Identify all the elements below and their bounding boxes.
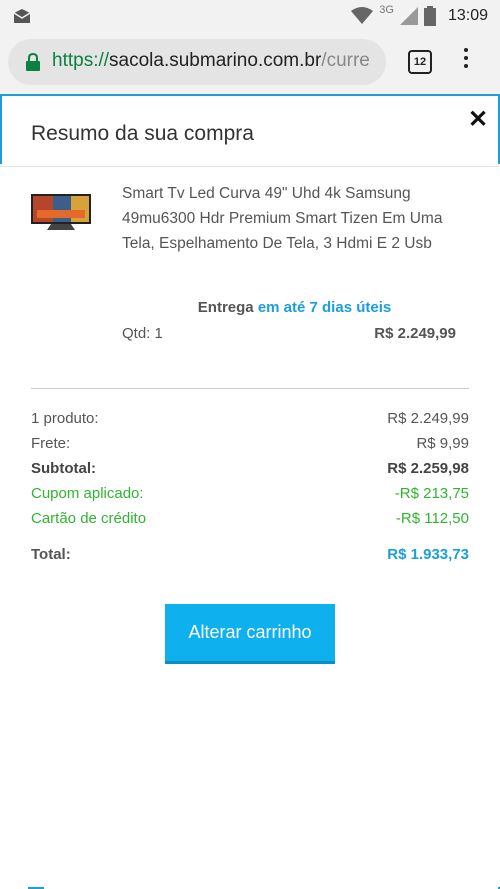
product-price: R$ 2.249,99 xyxy=(374,325,456,342)
delivery-time: em até 7 dias úteis xyxy=(257,299,392,316)
summary-value: R$ 2.249,99 xyxy=(387,410,469,427)
summary-value: R$ 1.933,73 xyxy=(387,546,469,563)
summary-label: Cupom aplicado: xyxy=(31,485,144,502)
summary-value: -R$ 213,75 xyxy=(394,485,469,502)
address-bar[interactable]: https://sacola.submarino.com.br/curre xyxy=(8,39,386,85)
notification-icon xyxy=(13,9,31,23)
summary-row-subtotal: Subtotal: R$ 2.259,98 xyxy=(31,460,469,477)
summary-label: 1 produto: xyxy=(31,410,99,427)
browser-toolbar: https://sacola.submarino.com.br/curre 12 xyxy=(0,32,500,94)
modal-top-border xyxy=(0,94,500,96)
summary-value: R$ 2.259,98 xyxy=(387,460,469,477)
header-divider xyxy=(0,166,500,167)
battery-icon xyxy=(423,6,436,26)
product-name[interactable]: Smart Tv Led Curva 49" Uhd 4k Samsung 49… xyxy=(122,181,467,256)
delivery-info: Entrega em até 7 dias úteis xyxy=(122,299,467,316)
summary-value: -R$ 112,50 xyxy=(395,510,469,527)
lock-icon xyxy=(26,53,40,71)
cart-summary-modal: Resumo da sua compra ✕ Smart Tv Led Curv… xyxy=(0,94,500,889)
edit-cart-button[interactable]: Alterar carrinho xyxy=(165,604,335,664)
wifi-icon xyxy=(351,7,374,24)
overflow-menu-icon[interactable] xyxy=(462,48,470,74)
modal-title: Resumo da sua compra xyxy=(31,122,254,145)
product-thumbnail xyxy=(31,194,91,230)
summary-label: Frete: xyxy=(31,435,71,452)
summary-label: Cartão de crédito xyxy=(31,510,147,527)
summary-label: Subtotal: xyxy=(31,460,96,477)
summary-divider xyxy=(31,388,469,389)
url-text[interactable]: https://sacola.submarino.com.br/curre xyxy=(52,50,378,72)
delivery-label: Entrega xyxy=(197,299,254,316)
modal-border-left xyxy=(0,96,2,164)
close-icon[interactable]: ✕ xyxy=(466,108,490,132)
summary-row-shipping: Frete: R$ 9,99 xyxy=(31,435,469,452)
signal-icon xyxy=(399,7,418,25)
summary-row-coupon: Cupom aplicado: -R$ 213,75 xyxy=(31,485,469,502)
url-scheme: https:// xyxy=(52,50,110,71)
summary-row-products: 1 produto: R$ 2.249,99 xyxy=(31,410,469,427)
summary-row-total: Total: R$ 1.933,73 xyxy=(31,546,469,563)
summary-value: R$ 9,99 xyxy=(416,435,469,452)
summary-label: Total: xyxy=(31,546,71,563)
url-host: sacola.submarino.com.br xyxy=(109,50,322,71)
network-type: 3G xyxy=(379,4,394,16)
tab-switcher-button[interactable]: 12 xyxy=(408,50,432,74)
summary-row-credit-card: Cartão de crédito -R$ 112,50 xyxy=(31,510,469,527)
url-path: /curre xyxy=(321,50,370,71)
status-bar: 3G 13:09 xyxy=(0,0,500,32)
product-quantity: Qtd: 1 xyxy=(122,325,163,342)
clock: 13:09 xyxy=(447,7,488,24)
